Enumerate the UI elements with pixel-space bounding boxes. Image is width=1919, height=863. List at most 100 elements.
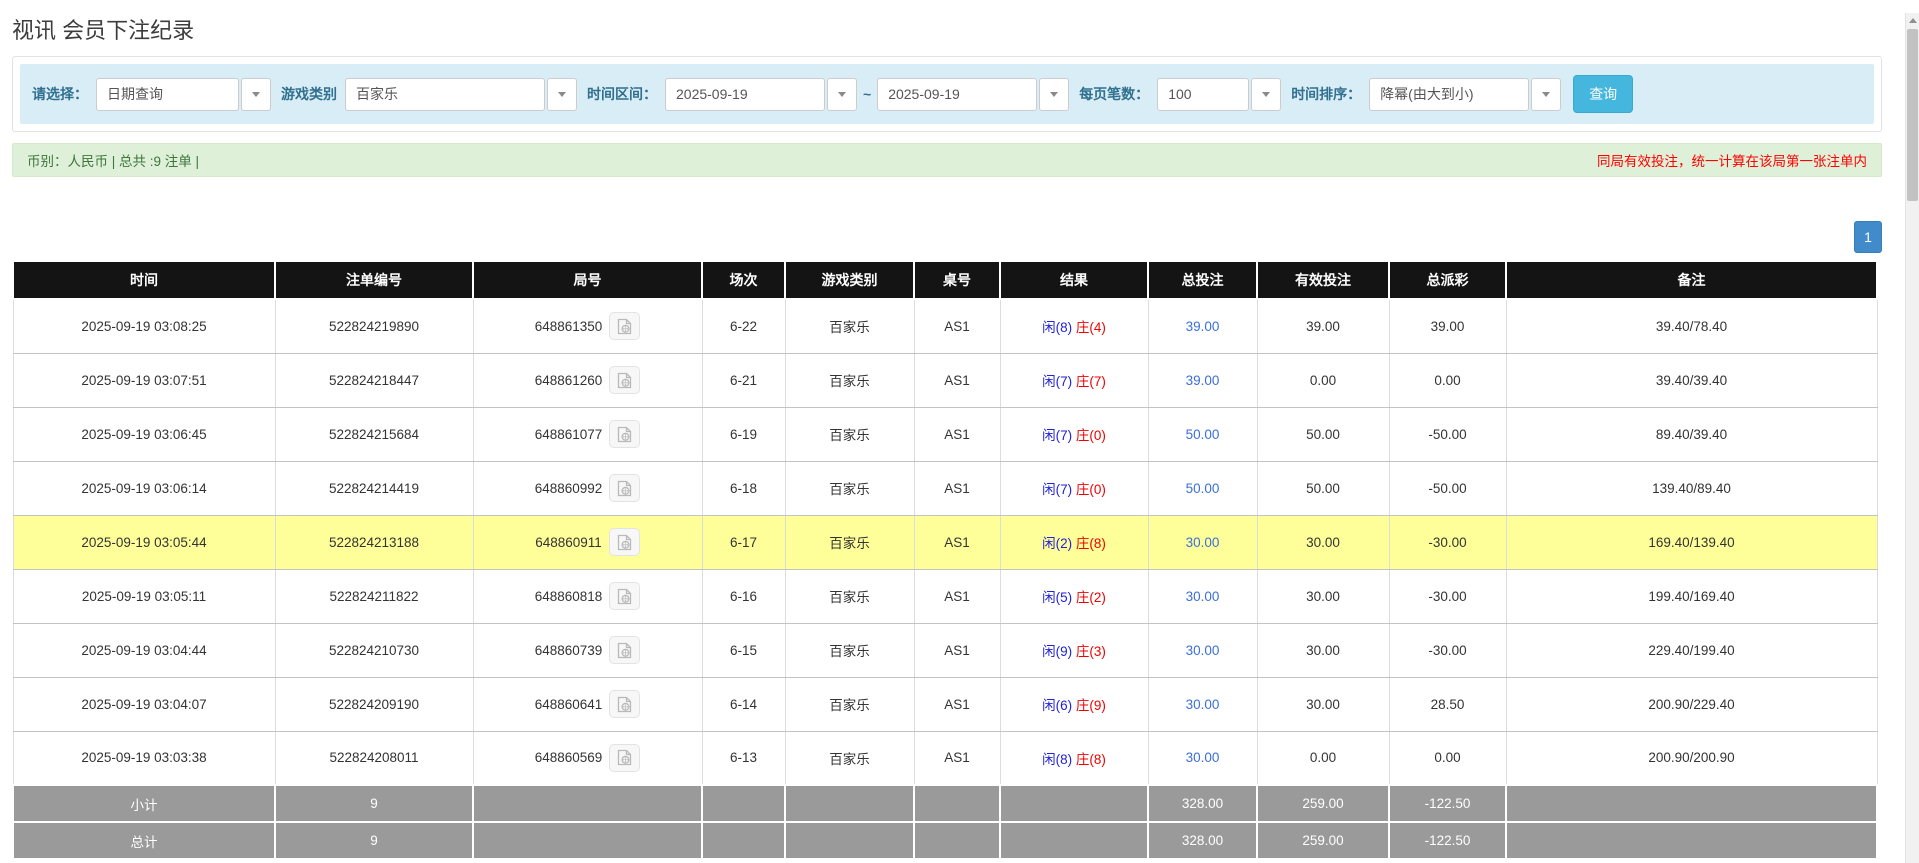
- cell-table-no: AS1: [913, 298, 1001, 354]
- video-replay-icon[interactable]: [609, 474, 641, 502]
- footer-empty: [1505, 784, 1878, 823]
- video-replay-icon[interactable]: [608, 528, 640, 556]
- currency-summary-text: 币别：人民币 | 总共 :9 注单 |: [27, 154, 200, 169]
- chevron-down-icon: [1262, 91, 1271, 97]
- cell-result: 闲(7) 庄(7): [999, 352, 1149, 408]
- cell-valid-bet: 30.00: [1256, 622, 1390, 678]
- cell-game-type: 百家乐: [784, 676, 915, 732]
- cell-payout: -30.00: [1388, 514, 1507, 570]
- cell-session: 6-19: [701, 406, 786, 462]
- total-bet-link[interactable]: 50.00: [1186, 427, 1220, 442]
- range-separator: ~: [863, 86, 872, 102]
- result-banker: 庄(0): [1075, 428, 1106, 443]
- page-size-dropdown-button[interactable]: [1251, 77, 1282, 111]
- date-to-combobox: [877, 77, 1070, 111]
- cell-session: 6-22: [701, 298, 786, 354]
- cell-table-no: AS1: [913, 460, 1001, 516]
- cell-remark: 200.90/229.40: [1505, 676, 1878, 732]
- table-row: 2025-09-19 03:03:38 522824208011 648860569…: [12, 730, 1878, 786]
- query-type-input[interactable]: [96, 77, 239, 111]
- date-to-input[interactable]: [877, 77, 1038, 111]
- video-replay-icon[interactable]: [609, 582, 641, 610]
- total-bet-link[interactable]: 30.00: [1186, 589, 1220, 604]
- game-type-dropdown-button[interactable]: [547, 77, 577, 111]
- header-session: 场次: [701, 260, 786, 300]
- cell-time: 2025-09-19 03:05:44: [12, 514, 276, 570]
- total-bet-link[interactable]: 30.00: [1186, 697, 1220, 712]
- game-type-input[interactable]: [345, 77, 545, 111]
- total-bet-link[interactable]: 39.00: [1186, 373, 1220, 388]
- cell-game-type: 百家乐: [784, 460, 915, 516]
- search-button[interactable]: 查询: [1573, 75, 1634, 113]
- cell-session: 6-16: [701, 568, 786, 624]
- total-bet-link[interactable]: 30.00: [1186, 535, 1220, 550]
- footer-empty: [472, 784, 703, 823]
- result-banker: 庄(8): [1075, 751, 1106, 767]
- result-player: 闲(5): [1042, 590, 1073, 605]
- cell-bet-id: 522824215684: [274, 406, 474, 462]
- cell-round-id: 648861350: [472, 298, 703, 354]
- cell-bet-id: 522824219890: [274, 298, 474, 354]
- cell-session: 6-13: [701, 730, 786, 786]
- video-replay-icon[interactable]: [609, 312, 641, 341]
- footer-empty: [999, 784, 1149, 823]
- date-from-input[interactable]: [665, 77, 825, 111]
- video-replay-icon[interactable]: [609, 366, 641, 394]
- table-row: 2025-09-19 03:08:25 522824219890 648861350…: [12, 298, 1878, 354]
- video-replay-icon[interactable]: [609, 743, 641, 772]
- table-body: 2025-09-19 03:08:25 522824219890 648861350…: [12, 298, 1878, 786]
- video-replay-icon[interactable]: [609, 636, 641, 664]
- cell-result: 闲(7) 庄(0): [999, 406, 1149, 462]
- header-table-no: 桌号: [913, 260, 1001, 300]
- chevron-down-icon: [558, 91, 566, 97]
- cell-time: 2025-09-19 03:06:14: [12, 460, 276, 516]
- result-banker: 庄(8): [1075, 536, 1106, 551]
- sort-input[interactable]: [1369, 77, 1530, 111]
- page-size-input[interactable]: [1157, 77, 1250, 111]
- header-round-id: 局号: [472, 260, 703, 300]
- cell-valid-bet: 30.00: [1256, 568, 1390, 624]
- valid-bet-note: 同局有效投注，统一计算在该局第一张注单内: [1597, 154, 1867, 169]
- cell-game-type: 百家乐: [784, 352, 915, 408]
- video-replay-icon[interactable]: [609, 690, 641, 718]
- scroll-up-icon[interactable]: [1906, 13, 1919, 28]
- cell-round-id: 648860569: [472, 730, 703, 786]
- cell-table-no: AS1: [913, 622, 1001, 678]
- total-bet-link[interactable]: 30.00: [1186, 643, 1220, 658]
- table-row: 2025-09-19 03:06:14 522824214419 648860992…: [12, 460, 1878, 516]
- cell-payout: -30.00: [1388, 622, 1507, 678]
- cell-remark: 139.40/89.40: [1505, 460, 1878, 516]
- table-header: 时间 注单编号 局号 场次 游戏类别 桌号 结果 总投注 有效投注 总派彩 备注: [12, 260, 1878, 300]
- table-row: 2025-09-19 03:05:11 522824211822 648860818…: [12, 568, 1878, 624]
- scrollbar-thumb[interactable]: [1907, 29, 1918, 201]
- cell-payout: 0.00: [1388, 730, 1507, 786]
- total-bet-link[interactable]: 50.00: [1186, 481, 1220, 496]
- cell-remark: 200.90/200.90: [1505, 730, 1878, 786]
- page-1-button[interactable]: 1: [1854, 221, 1882, 253]
- cell-bet-id: 522824208011: [274, 730, 474, 786]
- total-bet-link[interactable]: 39.00: [1186, 319, 1220, 334]
- video-replay-icon[interactable]: [609, 420, 641, 448]
- query-type-dropdown-button[interactable]: [241, 77, 271, 111]
- header-valid-bet: 有效投注: [1256, 260, 1390, 300]
- date-from-dropdown-button[interactable]: [827, 77, 857, 111]
- sort-dropdown-button[interactable]: [1531, 77, 1562, 111]
- vertical-scrollbar[interactable]: [1905, 13, 1919, 863]
- total-bet-link[interactable]: 30.00: [1186, 750, 1220, 765]
- cell-round-id: 648860818: [472, 568, 703, 624]
- cell-valid-bet: 30.00: [1256, 676, 1390, 732]
- cell-time: 2025-09-19 03:06:45: [12, 406, 276, 462]
- cell-session: 6-21: [701, 352, 786, 408]
- result-banker: 庄(3): [1075, 644, 1106, 659]
- footer-label: 总计: [12, 821, 276, 860]
- chevron-down-icon: [1542, 91, 1551, 97]
- cell-table-no: AS1: [913, 514, 1001, 570]
- cell-total-bet: 50.00: [1147, 406, 1258, 462]
- select-label: 请选择：: [32, 86, 88, 102]
- cell-payout: 39.00: [1388, 298, 1507, 354]
- cell-time: 2025-09-19 03:05:11: [12, 568, 276, 624]
- date-from-combobox: [665, 77, 857, 111]
- cell-bet-id: 522824213188: [274, 514, 474, 570]
- cell-total-bet: 30.00: [1147, 622, 1258, 678]
- date-to-dropdown-button[interactable]: [1039, 77, 1070, 111]
